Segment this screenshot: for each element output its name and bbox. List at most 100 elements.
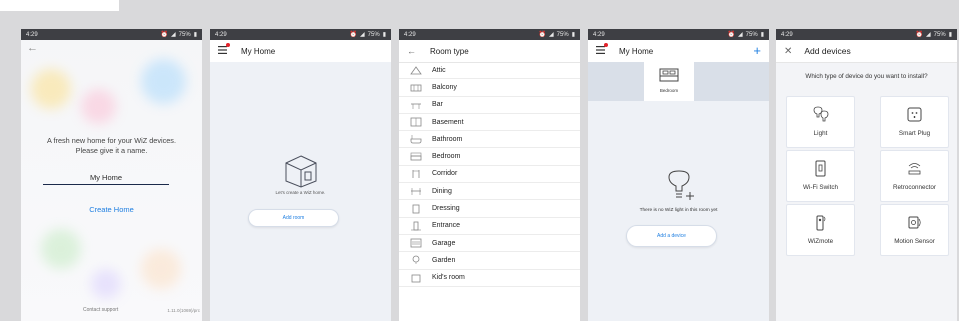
alarm-icon: ⏰ [538, 32, 547, 38]
room-item-bathroom[interactable]: Bathroom [399, 131, 580, 149]
decor-blob [141, 249, 181, 289]
corridor-icon [409, 169, 423, 179]
bulb-add-icon [666, 169, 696, 208]
battery-icon: ▮ [948, 32, 952, 38]
welcome-message-line1: A fresh new home for your WiZ devices. [47, 136, 176, 145]
device-card-smart-plug[interactable]: Smart Plug [880, 96, 949, 148]
smart-plug-icon [907, 107, 922, 122]
dressing-icon [409, 204, 423, 214]
house-3d-icon [210, 154, 391, 193]
alarm-icon: ⏰ [160, 32, 169, 38]
status-bar: 4:29 ⏰ ◢ 75% ▮ [588, 29, 769, 40]
room-item-garden[interactable]: Garden [399, 252, 580, 270]
add-room-button[interactable]: Add room [248, 209, 339, 227]
app-version: 1.11.0(1069)/prc [167, 308, 200, 313]
screen-my-home-empty: 4:29 ⏰ ◢ 75% ▮ My Home Let's create a Wi… [210, 29, 391, 321]
app-bar-title: My Home [619, 46, 654, 56]
screen-name-home: 4:29 ⏰ ◢ 75% ▮ ← A fresh new home for yo… [21, 29, 202, 321]
room-item-attic[interactable]: Attic [399, 62, 580, 80]
back-arrow-icon[interactable]: ← [27, 42, 38, 54]
home-name-input[interactable]: My Home [43, 173, 169, 185]
status-time: 4:29 [215, 31, 227, 38]
room-tab-label: Bedroom [659, 88, 679, 93]
menu-icon[interactable] [596, 43, 608, 56]
room-item-bar[interactable]: Bar [399, 97, 580, 114]
entrance-icon [409, 221, 423, 231]
notification-dot [604, 43, 608, 47]
bed-icon [644, 68, 694, 88]
bathroom-icon [409, 134, 423, 144]
status-bar: 4:29 ⏰ ◢ 75% ▮ [210, 29, 391, 40]
add-device-button[interactable]: Add a device [626, 225, 717, 247]
retroconnector-icon [908, 163, 921, 175]
status-bar: 4:29 ⏰ ◢ 75% ▮ [399, 29, 580, 40]
welcome-message-line2: Please give it a name. [75, 146, 148, 155]
decor-blob [141, 59, 186, 104]
app-bar: My Home + [588, 40, 769, 62]
alarm-icon: ⏰ [727, 32, 736, 38]
room-item-entrance[interactable]: Entrance [399, 218, 580, 235]
room-item-dining[interactable]: Dining [399, 183, 580, 201]
battery-icon: ▮ [571, 32, 575, 38]
alarm-icon: ⏰ [915, 32, 924, 38]
decor-blob [31, 69, 71, 109]
hero-text: Let's create a WiZ home. [275, 190, 326, 195]
notification-dot [226, 43, 230, 47]
close-icon[interactable]: ✕ [784, 46, 792, 57]
menu-icon[interactable] [218, 43, 230, 56]
room-item-basement[interactable]: Basement [399, 114, 580, 132]
room-item-garage[interactable]: Garage [399, 235, 580, 253]
room-tabs: Bedroom [588, 62, 769, 101]
app-bar-title: Add devices [804, 46, 851, 56]
room-item-bedroom[interactable]: Bedroom [399, 148, 580, 166]
dining-icon [409, 186, 423, 196]
signal-icon: ◢ [171, 32, 176, 38]
room-item-corridor[interactable]: Corridor [399, 166, 580, 184]
room-item-balcony[interactable]: Balcony [399, 79, 580, 97]
wifi-switch-icon [815, 160, 826, 177]
kids-room-icon [409, 273, 423, 283]
create-home-button[interactable]: Create Home [21, 205, 202, 214]
status-time: 4:29 [26, 31, 38, 38]
garden-icon [409, 255, 423, 265]
room-item-dressing[interactable]: Dressing [399, 200, 580, 218]
screen-bedroom-empty: 4:29 ⏰ ◢ 75% ▮ My Home + Bedroom There i… [588, 29, 769, 321]
decor-blob [41, 229, 81, 269]
signal-icon: ◢ [926, 32, 931, 38]
light-bulb-icon [813, 106, 829, 122]
device-card-retroconnector[interactable]: Retroconnector [880, 150, 949, 202]
screen-room-type: 4:29 ⏰ ◢ 75% ▮ ← Room type Attic Balcony… [399, 29, 580, 321]
status-bar: 4:29 ⏰ ◢ 75% ▮ [21, 29, 202, 40]
battery-level: 75% [745, 31, 758, 38]
contact-support-link[interactable]: Contact support [83, 307, 118, 313]
battery-level: 75% [556, 31, 569, 38]
device-card-wifi-switch[interactable]: Wi-Fi Switch [786, 150, 855, 202]
app-bar-title: Room type [430, 46, 469, 56]
battery-icon: ▮ [193, 32, 197, 38]
decor-blob [91, 269, 121, 299]
signal-icon: ◢ [738, 32, 743, 38]
battery-level: 75% [933, 31, 946, 38]
room-tab-bedroom[interactable]: Bedroom [644, 62, 694, 101]
signal-icon: ◢ [549, 32, 554, 38]
status-bar: 4:29 ⏰ ◢ 75% ▮ [776, 29, 957, 40]
status-time: 4:29 [593, 31, 605, 38]
battery-level: 75% [178, 31, 191, 38]
room-item-kids-room[interactable]: Kid's room [399, 270, 580, 287]
add-icon[interactable]: + [753, 43, 761, 58]
device-card-motion-sensor[interactable]: Motion Sensor [880, 204, 949, 256]
bedroom-icon [409, 152, 423, 162]
status-time: 4:29 [404, 31, 416, 38]
back-arrow-icon[interactable]: ← [407, 46, 416, 56]
balcony-icon [409, 82, 423, 92]
attic-icon [409, 65, 423, 75]
top-white-strip [0, 0, 119, 11]
alarm-icon: ⏰ [349, 32, 358, 38]
decor-blob [81, 89, 116, 124]
basement-icon [409, 117, 423, 127]
empty-room-text: There is no WiZ light in this room yet [639, 208, 718, 213]
bar-icon [409, 100, 423, 110]
garage-icon [409, 238, 423, 248]
device-card-light[interactable]: Light [786, 96, 855, 148]
device-card-wizmote[interactable]: WiZmote [786, 204, 855, 256]
